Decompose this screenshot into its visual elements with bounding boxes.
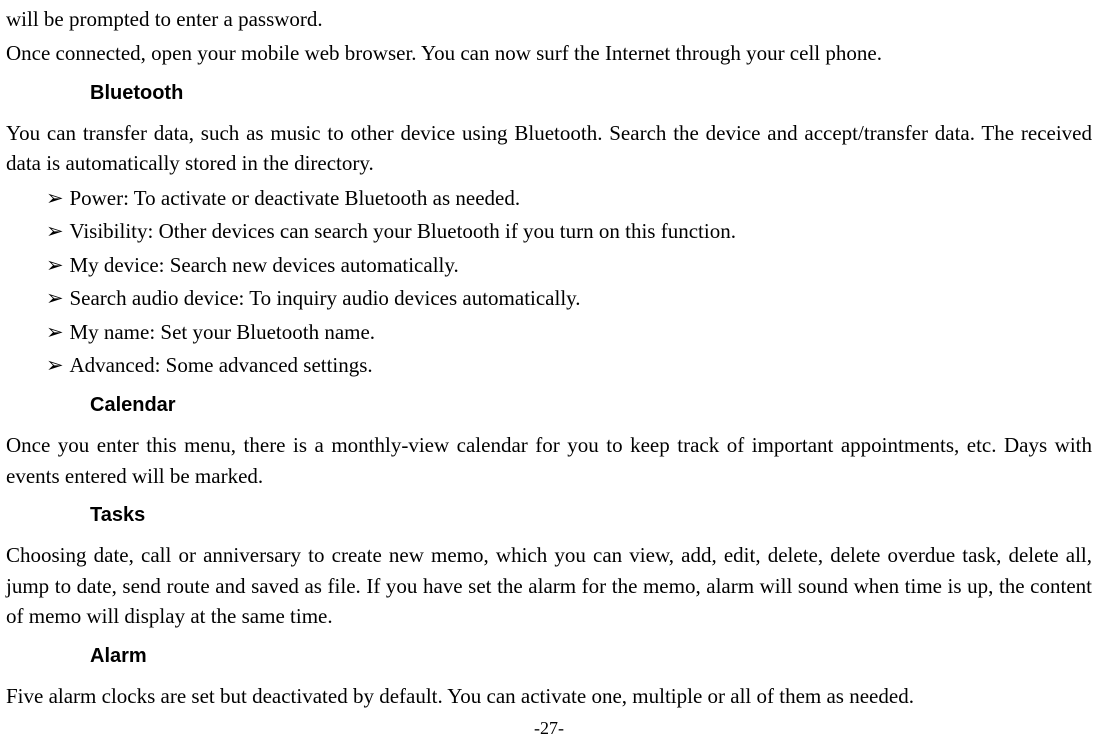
intro-line1: will be prompted to enter a password. (6, 4, 1092, 34)
intro-line2: Once connected, open your mobile web bro… (6, 38, 1092, 68)
alarm-para: Five alarm clocks are set but deactivate… (6, 681, 1092, 711)
heading-bluetooth: Bluetooth (90, 79, 1092, 108)
calendar-para: Once you enter this menu, there is a mon… (6, 430, 1092, 491)
bluetooth-item-visibility: Visibility: Other devices can search you… (46, 216, 1092, 247)
page-number: -27- (6, 715, 1092, 741)
bluetooth-item-searchaudio: Search audio device: To inquiry audio de… (46, 283, 1092, 314)
heading-alarm: Alarm (90, 642, 1092, 671)
heading-tasks: Tasks (90, 501, 1092, 530)
bluetooth-item-mydevice: My device: Search new devices automatica… (46, 250, 1092, 281)
bluetooth-item-myname: My name: Set your Bluetooth name. (46, 317, 1092, 348)
bluetooth-item-power: Power: To activate or deactivate Bluetoo… (46, 183, 1092, 214)
tasks-para: Choosing date, call or anniversary to cr… (6, 540, 1092, 631)
heading-calendar: Calendar (90, 391, 1092, 420)
bluetooth-para: You can transfer data, such as music to … (6, 118, 1092, 179)
bluetooth-item-advanced: Advanced: Some advanced settings. (46, 350, 1092, 381)
